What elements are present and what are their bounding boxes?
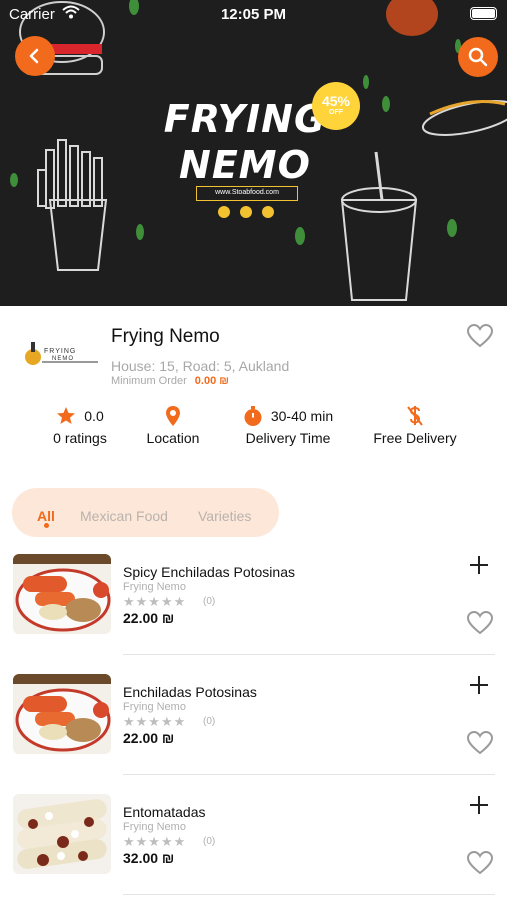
item-restaurant: Frying Nemo [123, 581, 186, 593]
divider [123, 774, 495, 775]
discount-off-label: OFF [329, 109, 343, 116]
item-rating-stars: ★★★★★ [123, 594, 187, 609]
favorite-item-button[interactable] [466, 730, 494, 756]
banner-title-line2: NEMO [179, 143, 311, 187]
rating-label: 0 ratings [53, 430, 107, 446]
min-order-label: Minimum Order [111, 375, 187, 387]
active-tab-indicator [44, 523, 49, 528]
status-bar: Carrier 12:05 PM [0, 0, 507, 30]
list-item[interactable]: Entomatadas Frying Nemo ★★★★★ (0) 32.00 … [0, 794, 507, 914]
delivery-fee-label: Free Delivery [373, 430, 457, 446]
favorite-item-button[interactable] [466, 610, 494, 636]
item-rating-count: (0) [203, 836, 216, 847]
favorite-restaurant-button[interactable] [466, 323, 494, 349]
item-rating-stars: ★★★★★ [123, 834, 187, 849]
item-restaurant: Frying Nemo [123, 821, 186, 833]
add-to-cart-button[interactable] [469, 795, 489, 815]
location-pin-icon [166, 406, 180, 426]
stopwatch-icon [244, 406, 262, 426]
search-icon [468, 47, 488, 67]
tab-varieties[interactable]: Varieties [198, 508, 251, 524]
list-item[interactable]: Enchiladas Potosinas Frying Nemo ★★★★★ (… [0, 674, 507, 794]
banner-url: www.Stoabfood.com [196, 186, 298, 201]
battery-icon [470, 7, 497, 20]
item-name: Enchiladas Potosinas [123, 684, 257, 700]
restaurant-banner: Carrier 12:05 PM FRYING NEMO 45% OFF www… [0, 0, 507, 306]
divider [123, 894, 495, 895]
clock: 12:05 PM [220, 6, 287, 23]
delivery-time-stat: 30-40 min Delivery Time [238, 404, 338, 446]
delivery-time-label: Delivery Time [245, 430, 331, 446]
search-button[interactable] [458, 37, 498, 77]
item-price: 22.00 ₪ [123, 610, 175, 626]
social-icons [218, 206, 274, 218]
food-image [13, 554, 111, 634]
item-name: Spicy Enchiladas Potosinas [123, 564, 295, 580]
item-restaurant: Frying Nemo [123, 701, 186, 713]
location-label: Location [146, 430, 200, 446]
restaurant-address: House: 15, Road: 5, Aukland [111, 358, 290, 374]
food-image [13, 794, 111, 874]
restaurant-name: Frying Nemo [111, 326, 220, 347]
min-order-value: 0.00 ₪ [194, 375, 229, 387]
item-name: Entomatadas [123, 804, 206, 820]
back-button[interactable] [15, 36, 55, 76]
divider [123, 654, 495, 655]
minimum-order: Minimum Order 0.00 ₪ [111, 375, 229, 387]
list-item[interactable]: Spicy Enchiladas Potosinas Frying Nemo ★… [0, 554, 507, 674]
food-image [13, 674, 111, 754]
facebook-icon [218, 206, 230, 218]
add-to-cart-button[interactable] [469, 555, 489, 575]
item-rating-count: (0) [203, 596, 216, 607]
item-rating-stars: ★★★★★ [123, 714, 187, 729]
no-dollar-icon [407, 406, 423, 426]
item-price: 32.00 ₪ [123, 850, 175, 866]
delivery-fee-stat: Free Delivery [370, 404, 460, 446]
discount-percent: 45% [321, 93, 351, 109]
rating-stat: 0.0 0 ratings [48, 404, 112, 446]
item-price: 22.00 ₪ [123, 730, 175, 746]
restaurant-logo: FRYING NEMO [25, 342, 98, 365]
rating-value: 0.0 [84, 408, 104, 424]
discount-badge: 45% OFF [312, 82, 360, 130]
twitter-icon [262, 206, 274, 218]
tab-mexican-food[interactable]: Mexican Food [80, 508, 168, 524]
logo-text-bottom: NEMO [52, 356, 74, 362]
star-icon [57, 407, 76, 424]
location-stat[interactable]: Location [140, 404, 206, 446]
logo-text-top: FRYING [44, 348, 76, 355]
instagram-icon [240, 206, 252, 218]
chevron-left-icon [29, 48, 39, 64]
favorite-item-button[interactable] [466, 850, 494, 876]
tab-all[interactable]: All [37, 508, 55, 524]
delivery-time-value: 30-40 min [270, 408, 334, 424]
add-to-cart-button[interactable] [469, 675, 489, 695]
item-rating-count: (0) [203, 716, 216, 727]
